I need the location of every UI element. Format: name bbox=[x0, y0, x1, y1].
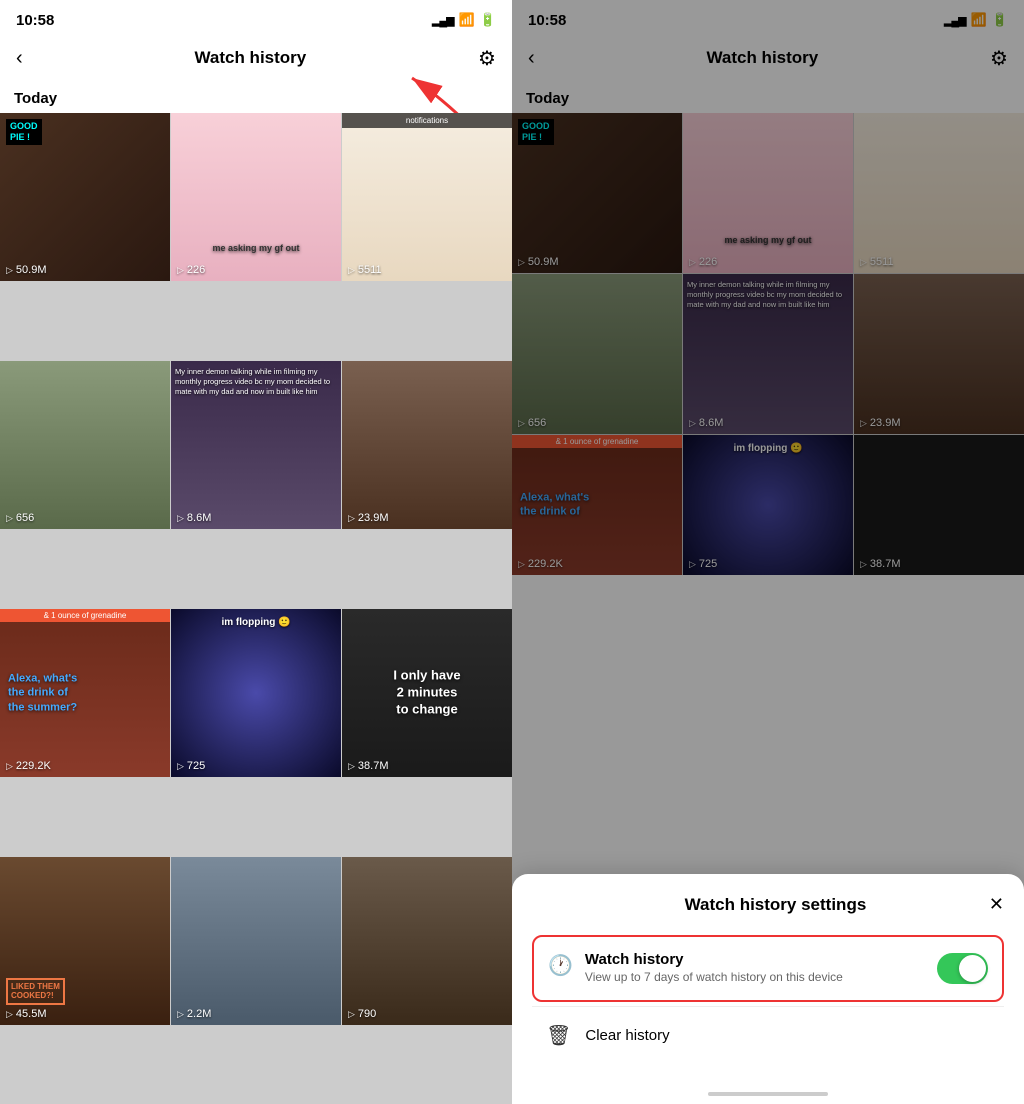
video-count-10: ▷45.5M bbox=[6, 1008, 47, 1020]
video-count-6: ▷23.9M bbox=[348, 512, 389, 524]
video-cell-1[interactable]: GOODPIE ! ▷50.9M bbox=[0, 113, 170, 281]
r-video-cell-8: im flopping 🙂 ▷725 bbox=[683, 435, 853, 575]
toggle-row-text: Watch history View up to 7 days of watch… bbox=[585, 951, 925, 986]
status-time-left: 10:58 bbox=[16, 12, 54, 29]
watch-history-settings-sheet: Watch history settings ✕ 🕐 Watch history… bbox=[512, 874, 1024, 1104]
video-cell-3[interactable]: notifications ▷5511 bbox=[342, 113, 512, 281]
toggle-label: Watch history bbox=[585, 951, 925, 968]
r-video-cell-9: ▷38.7M bbox=[854, 435, 1024, 575]
r-video-cell-1: GOODPIE ! ▷50.9M bbox=[512, 113, 682, 273]
video-count-5: ▷8.6M bbox=[177, 512, 211, 524]
back-button-left[interactable]: ‹ bbox=[16, 47, 23, 70]
clear-history-row[interactable]: 🗑 Clear history bbox=[532, 1006, 1004, 1064]
video-count-1: ▷50.9M bbox=[6, 264, 47, 276]
video-cell-6[interactable]: ▷23.9M bbox=[342, 361, 512, 529]
im-flopping-text: im flopping 🙂 bbox=[221, 617, 290, 628]
r-video-cell-2: me asking my gf out ▷226 bbox=[683, 113, 853, 273]
battery-icon: 🔋 bbox=[480, 12, 496, 28]
watch-history-toggle-row[interactable]: 🕐 Watch history View up to 7 days of wat… bbox=[532, 935, 1004, 1002]
r-video-cell-3: ▷5511 bbox=[854, 113, 1024, 273]
gear-button-left[interactable]: ⚙ bbox=[478, 46, 496, 71]
right-phone-bg: 10:58 ▂▄▆ 📶 🔋 ‹ Watch history ⚙ Today GO… bbox=[512, 0, 1024, 575]
video-count-12: ▷790 bbox=[348, 1008, 376, 1020]
r-video-cell-6: ▷23.9M bbox=[854, 274, 1024, 434]
video-grid-left: GOODPIE ! ▷50.9M me asking my gf out ▷22… bbox=[0, 113, 512, 1104]
trash-icon: 🗑 bbox=[546, 1023, 571, 1048]
nav-header-right: ‹ Watch history ⚙ bbox=[512, 36, 1024, 84]
clear-label: Clear history bbox=[585, 1027, 669, 1044]
good-pie-badge: GOODPIE ! bbox=[6, 119, 42, 145]
demon-caption: My inner demon talking while im filming … bbox=[175, 367, 337, 396]
video-count-4: ▷656 bbox=[6, 512, 34, 524]
back-button-right[interactable]: ‹ bbox=[528, 47, 535, 70]
page-title-left: Watch history bbox=[194, 48, 306, 68]
section-label-today-right: Today bbox=[512, 84, 1024, 113]
close-button[interactable]: ✕ bbox=[989, 894, 1004, 915]
wifi-icon: 📶 bbox=[459, 12, 475, 28]
nav-header-left: ‹ Watch history ⚙ bbox=[0, 36, 512, 84]
status-bar-left: 10:58 ▂▄▆ 📶 🔋 bbox=[0, 0, 512, 36]
video-count-7: ▷229.2K bbox=[6, 760, 51, 772]
section-label-today-left: Today bbox=[0, 84, 512, 113]
page-title-right: Watch history bbox=[706, 48, 818, 68]
video-count-8: ▷725 bbox=[177, 760, 205, 772]
video-cell-4[interactable]: ▷656 bbox=[0, 361, 170, 529]
ounce-banner: & 1 ounce of grenadine bbox=[0, 609, 170, 622]
video-count-3: ▷5511 bbox=[348, 264, 382, 276]
toggle-description: View up to 7 days of watch history on th… bbox=[585, 970, 843, 984]
r-video-cell-5: My inner demon talking while im filming … bbox=[683, 274, 853, 434]
signal-icon: ▂▄▆ bbox=[432, 14, 454, 27]
video-count-2: ▷226 bbox=[177, 264, 205, 276]
battery-icon-right: 🔋 bbox=[992, 12, 1008, 28]
status-bar-right: 10:58 ▂▄▆ 📶 🔋 bbox=[512, 0, 1024, 36]
r-video-cell-4: ▷656 bbox=[512, 274, 682, 434]
video-cell-7[interactable]: & 1 ounce of grenadine Alexa, what'sthe … bbox=[0, 609, 170, 777]
status-icons-left: ▂▄▆ 📶 🔋 bbox=[432, 12, 496, 28]
anime-caption: me asking my gf out bbox=[171, 113, 341, 281]
notif-banner: notifications bbox=[342, 113, 512, 128]
video-cell-12[interactable]: ▷790 bbox=[342, 857, 512, 1025]
toggle-knob bbox=[959, 955, 986, 982]
video-count-9: ▷38.7M bbox=[348, 760, 389, 772]
sheet-title: Watch history settings bbox=[562, 895, 989, 915]
sheet-header: Watch history settings ✕ bbox=[532, 894, 1004, 915]
only-have-text: I only have2 minutesto change bbox=[393, 668, 460, 719]
video-cell-2[interactable]: me asking my gf out ▷226 bbox=[171, 113, 341, 281]
video-count-11: ▷2.2M bbox=[177, 1008, 211, 1020]
video-cell-11[interactable]: ▷2.2M bbox=[171, 857, 341, 1025]
left-phone-panel: 10:58 ▂▄▆ 📶 🔋 ‹ Watch history ⚙ Today bbox=[0, 0, 512, 1104]
history-clock-icon: 🕐 bbox=[548, 953, 573, 978]
status-time-right: 10:58 bbox=[528, 12, 566, 29]
right-phone-panel: 10:58 ▂▄▆ 📶 🔋 ‹ Watch history ⚙ Today GO… bbox=[512, 0, 1024, 1104]
gear-button-right[interactable]: ⚙ bbox=[990, 46, 1008, 71]
video-cell-8[interactable]: im flopping 🙂 ▷725 bbox=[171, 609, 341, 777]
signal-icon-right: ▂▄▆ bbox=[944, 14, 966, 27]
video-grid-right: GOODPIE ! ▷50.9M me asking my gf out ▷22… bbox=[512, 113, 1024, 575]
alexa-text: Alexa, what'sthe drink ofthe summer? bbox=[8, 672, 77, 715]
r-video-cell-7: & 1 ounce of grenadine Alexa, what'sthe … bbox=[512, 435, 682, 575]
home-indicator bbox=[708, 1092, 828, 1096]
video-cell-5[interactable]: My inner demon talking while im filming … bbox=[171, 361, 341, 529]
video-cell-10[interactable]: LIKED THEMCOOKED?! ▷45.5M bbox=[0, 857, 170, 1025]
wifi-icon-right: 📶 bbox=[971, 12, 987, 28]
liked-them-badge: LIKED THEMCOOKED?! bbox=[6, 978, 65, 1005]
watch-history-toggle[interactable] bbox=[937, 953, 988, 984]
status-icons-right: ▂▄▆ 📶 🔋 bbox=[944, 12, 1008, 28]
video-cell-9[interactable]: I only have2 minutesto change ▷38.7M bbox=[342, 609, 512, 777]
